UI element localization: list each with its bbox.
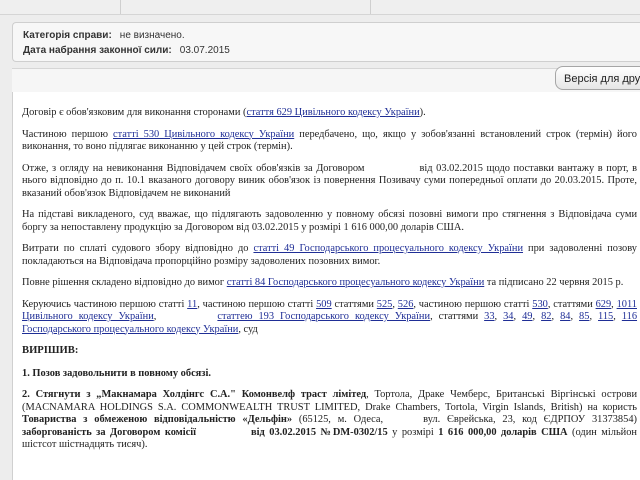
top-strip-cell bbox=[0, 0, 121, 14]
text: у розмірі bbox=[387, 426, 439, 438]
law-link[interactable]: стаття 629 Цивільного кодексу України bbox=[247, 107, 420, 118]
text: Витрати по сплаті судового збору відпові… bbox=[22, 243, 254, 254]
law-link[interactable]: статті 530 Цивільного кодексу України bbox=[113, 129, 294, 140]
law-link[interactable]: 530 bbox=[532, 299, 548, 310]
case-category-value: не визначено. bbox=[119, 30, 185, 41]
paragraph: Керуючись частиною першою статті 11, час… bbox=[22, 298, 638, 335]
text: Частиною першою bbox=[22, 128, 114, 140]
top-strip-cell bbox=[370, 0, 640, 14]
ruling-item-1: 1. Позов задовольнити в повному обсязі. bbox=[22, 367, 211, 379]
text: , частиною першою статті bbox=[197, 298, 317, 310]
ruling-item-2: 2. Стягнути з „Макнамара Холдінгс С.А." … bbox=[22, 389, 637, 452]
law-link[interactable]: 33 bbox=[484, 311, 494, 322]
text: та підписано 22 червня 2015 р. bbox=[484, 277, 624, 288]
text: заборгованість за Договором комісії bbox=[22, 426, 197, 438]
law-link[interactable]: 525 bbox=[377, 299, 393, 310]
text: Отже, з огляду на невиконання Відповідач… bbox=[22, 162, 365, 174]
text: , частиною першою статті bbox=[413, 298, 533, 310]
text: , статтями bbox=[547, 298, 596, 310]
effective-date-label: Дата набрання законної сили: bbox=[23, 45, 172, 56]
ruling-heading: ВИРІШИВ: bbox=[22, 345, 79, 356]
paragraph: На підставі викладеного, суд вважає, що … bbox=[22, 209, 637, 233]
law-link[interactable]: статтею 193 Господарського кодексу Украї… bbox=[217, 311, 430, 322]
law-link[interactable]: 11 bbox=[187, 299, 197, 310]
document-body: Договір є обов'язковим для виконання сто… bbox=[12, 92, 640, 480]
effective-date-row: Дата набрання законної сили: 03.07.2015 bbox=[23, 45, 230, 56]
paragraph: Повне рішення складено відповідно до вим… bbox=[22, 277, 637, 290]
law-link[interactable]: 84 bbox=[560, 311, 570, 322]
law-link[interactable]: 509 bbox=[316, 299, 332, 310]
law-link[interactable]: 34 bbox=[503, 311, 513, 322]
text: статтями bbox=[331, 298, 377, 310]
paragraph: Частиною першою статті 530 Цивільного ко… bbox=[22, 129, 637, 154]
text: ). bbox=[419, 107, 426, 118]
text: вул. Єврейська, 23, код ЄДРПОУ 31373854) bbox=[423, 414, 637, 425]
law-link[interactable]: 115 bbox=[598, 311, 613, 322]
law-link[interactable]: статті 49 Господарського процесуального … bbox=[253, 243, 523, 254]
text: Товариства з обмеженою відповідальністю … bbox=[22, 414, 293, 425]
case-meta-panel: Категорія справи: не визначено. Дата набр… bbox=[12, 22, 640, 62]
text: , суд bbox=[238, 323, 258, 335]
law-link[interactable]: 82 bbox=[541, 311, 551, 322]
law-link[interactable]: статті 84 Господарського процесуального … bbox=[227, 277, 485, 288]
print-version-button[interactable]: Версія для друку bbox=[555, 66, 640, 90]
paragraph: Договір є обов'язковим для виконання сто… bbox=[22, 107, 637, 120]
text: від 03.02.2015 №DM-0302/15 bbox=[251, 426, 388, 438]
effective-date-value: 03.07.2015 bbox=[179, 45, 230, 56]
text: , статтями bbox=[430, 311, 485, 322]
law-link[interactable]: 526 bbox=[398, 299, 414, 310]
text: , bbox=[153, 311, 163, 322]
text: 2. Стягнути з „Макнамара Холдінгс С.А." … bbox=[22, 389, 367, 400]
law-link[interactable]: 85 bbox=[579, 311, 589, 322]
top-strip bbox=[0, 0, 640, 15]
document-toolbar bbox=[12, 68, 640, 94]
paragraph: Отже, з огляду на невиконання Відповідач… bbox=[22, 163, 637, 201]
paragraph: Витрати по сплаті судового збору відпові… bbox=[22, 243, 637, 268]
text: Договір є обов'язковим для виконання сто… bbox=[22, 107, 247, 118]
text: 1 616 000,00 доларів США bbox=[438, 426, 568, 438]
case-category-row: Категорія справи: не визначено. bbox=[23, 30, 185, 41]
top-strip-cell bbox=[120, 0, 371, 14]
text: (65125, м. Одеса, bbox=[292, 414, 384, 425]
text: Керуючись частиною першою статті bbox=[22, 298, 188, 310]
law-link[interactable]: 49 bbox=[522, 311, 532, 322]
case-category-label: Категорія справи: bbox=[23, 30, 112, 41]
law-link[interactable]: 629 bbox=[596, 299, 612, 310]
text: Повне рішення складено відповідно до вим… bbox=[22, 277, 227, 288]
